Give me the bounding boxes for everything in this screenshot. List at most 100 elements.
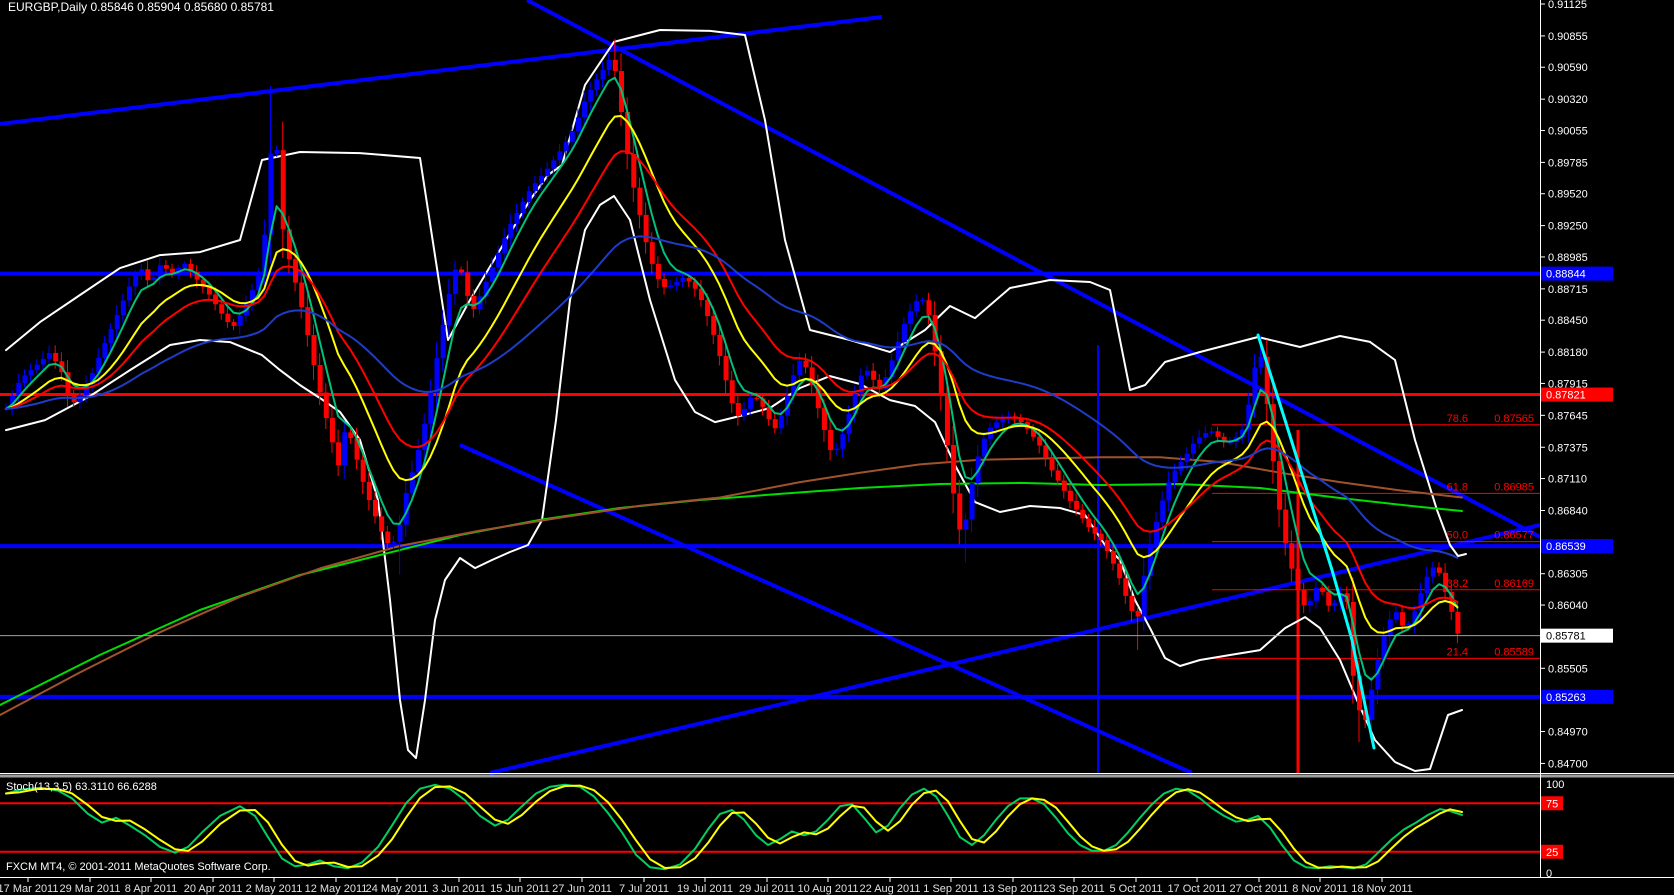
fib-level-price: 0.85589 [1494, 646, 1534, 658]
candle-body [397, 524, 403, 542]
date-axis-label[interactable]: 12 May 2011 [305, 883, 368, 895]
date-axis-label[interactable]: 8 Apr 2011 [125, 883, 177, 895]
candle-body [803, 360, 809, 368]
candle-body [1049, 458, 1055, 471]
candle-body [1283, 509, 1289, 544]
candle-body [1301, 590, 1307, 606]
candle-body [489, 267, 495, 282]
price-axis-label: 0.86305 [1548, 569, 1588, 581]
candle-body [102, 342, 108, 358]
candle-body [496, 252, 501, 268]
date-axis-label[interactable]: 20 Apr 2011 [184, 883, 243, 895]
fib-level-price: 0.86985 [1494, 481, 1534, 493]
candle-body [520, 202, 526, 214]
candle-body [373, 499, 378, 517]
candle-body [329, 418, 335, 443]
date-axis-label[interactable]: 27 Oct 2011 [1229, 883, 1288, 895]
candle-body [471, 295, 477, 310]
price-tag-text: 0.85263 [1546, 692, 1586, 704]
date-axis-label[interactable]: 29 Mar 2011 [60, 883, 121, 895]
symbol-title-readout: EURGBP,Daily 0.85846 0.85904 0.85680 0.8… [8, 0, 274, 14]
fib-level-price: 0.87565 [1494, 413, 1534, 425]
candle-body [434, 358, 440, 393]
candle-body [440, 325, 446, 359]
candle-body [465, 272, 471, 296]
date-axis-label[interactable]: 17 Oct 2011 [1167, 883, 1226, 895]
candle-body [963, 519, 969, 530]
candle-body [662, 278, 668, 288]
candle-body [1393, 612, 1399, 620]
candle-body [323, 392, 329, 419]
candle-body [1154, 522, 1160, 546]
candle-body [139, 269, 145, 276]
candle-body [336, 442, 342, 466]
candle-body [1184, 453, 1190, 463]
candle-body [1332, 602, 1338, 606]
candle-body [1111, 551, 1116, 564]
candle-body [299, 282, 305, 308]
candle-body [1320, 587, 1326, 592]
date-axis-label[interactable]: 13 Sep 2011 [982, 883, 1044, 895]
candle-body [1209, 431, 1215, 433]
candle-body [1129, 595, 1135, 612]
panel-separator[interactable] [0, 774, 1674, 778]
candle-body [1436, 567, 1442, 573]
date-axis-label[interactable]: 3 Jun 2011 [432, 883, 486, 895]
price-tag-text: 0.87821 [1546, 390, 1586, 402]
date-axis-label[interactable]: 8 Nov 2011 [1292, 883, 1347, 895]
candle-body [1117, 563, 1123, 579]
fib-level-percent: 50.0 [1447, 530, 1468, 542]
date-axis-label[interactable]: 17 Mar 2011 [0, 883, 58, 895]
date-axis-label[interactable]: 22 Aug 2011 [860, 883, 921, 895]
date-axis-label[interactable]: 7 Jul 2011 [619, 883, 669, 895]
price-axis-label: 0.88715 [1548, 284, 1588, 296]
candle-body [1123, 578, 1129, 596]
fib-level-percent: 38.2 [1447, 578, 1468, 590]
candle-body [145, 269, 151, 281]
price-axis-label: 0.86840 [1548, 505, 1588, 517]
candle-body [108, 328, 114, 343]
candle-body [797, 360, 803, 376]
date-axis-label[interactable]: 18 Nov 2011 [1351, 883, 1413, 895]
candle-body [1061, 480, 1067, 491]
candle-body [163, 265, 169, 269]
mt4-chart-window: 78.6 0.87565 61.8 0.86985 50.0 0.86577 38.2 0.8… [0, 0, 1674, 895]
date-axis-label[interactable]: 1 Sep 2011 [923, 883, 978, 895]
candle-body [133, 275, 139, 287]
candle-body [748, 397, 754, 409]
date-axis-label[interactable]: 19 Jul 2011 [677, 883, 733, 895]
candle-body [957, 493, 963, 530]
stoch-axis-label: 100 [1546, 779, 1564, 791]
date-axis-label[interactable]: 2 May 2011 [246, 883, 303, 895]
chart-canvas[interactable]: 78.6 0.87565 61.8 0.86985 50.0 0.86577 38.2 0.8… [0, 0, 1674, 895]
candle-body [1197, 437, 1203, 444]
price-tag-text: 0.86539 [1546, 541, 1586, 553]
stoch-axis-label: 0 [1546, 868, 1552, 880]
date-axis-label[interactable]: 15 Jun 2011 [490, 883, 550, 895]
copyright-label: FXCM MT4, © 2001-2011 MetaQuotes Softwar… [6, 861, 271, 873]
candle-body [1055, 470, 1061, 481]
date-axis-label[interactable]: 29 Jul 2011 [739, 883, 795, 895]
candle-body [1430, 567, 1436, 577]
date-axis-label[interactable]: 10 Aug 2011 [798, 883, 859, 895]
price-axis-label: 0.89520 [1548, 189, 1588, 201]
candle-body [686, 277, 692, 282]
candle-body [311, 335, 317, 366]
price-axis-label: 0.85505 [1548, 663, 1588, 675]
candle-body [920, 300, 926, 302]
candle-body [459, 269, 465, 273]
date-axis-label[interactable]: 5 Oct 2011 [1110, 883, 1163, 895]
price-axis-label: 0.84970 [1548, 727, 1588, 739]
candle-body [643, 214, 649, 243]
candle-body [532, 183, 538, 192]
candle-body [674, 281, 680, 286]
candle-body [114, 314, 120, 329]
candle-body [981, 438, 987, 457]
candle-body [1172, 470, 1178, 483]
candle-body [120, 300, 126, 315]
candle-body [1289, 543, 1295, 569]
date-axis-label[interactable]: 27 Jun 2011 [552, 883, 612, 895]
date-axis-label[interactable]: 24 May 2011 [366, 883, 429, 895]
date-axis-label[interactable]: 23 Sep 2011 [1043, 883, 1105, 895]
candle-body [901, 324, 907, 343]
